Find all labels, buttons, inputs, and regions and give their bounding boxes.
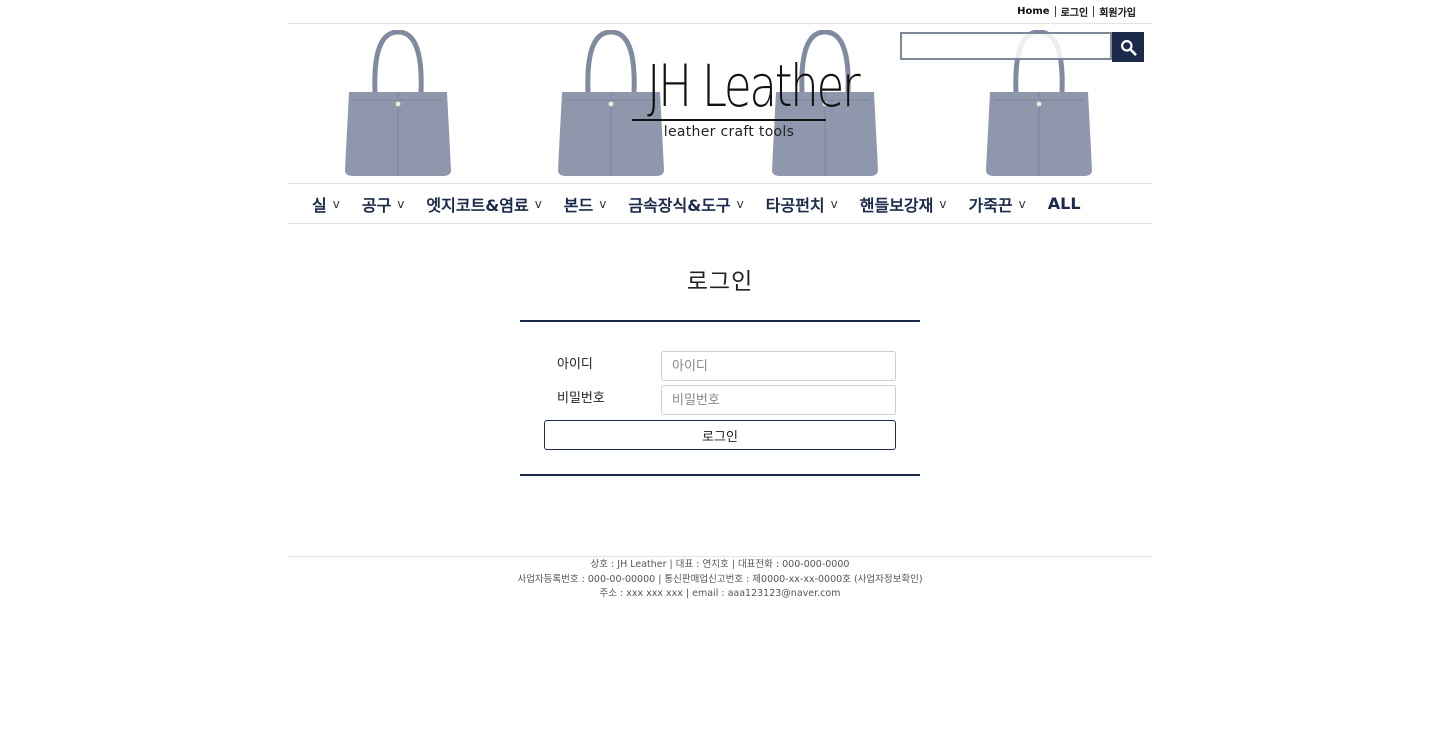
divider xyxy=(1093,6,1095,17)
password-input[interactable] xyxy=(661,385,896,415)
category-nav: 실v 공구 v 엣지코트&염료 v 본드 v 금속장식&도구 v 타공펀치 v 핸들보강재… xyxy=(288,184,1152,223)
divider xyxy=(1054,6,1056,17)
nav-label: 가죽끈 xyxy=(968,195,1013,215)
chevron-down-icon: v xyxy=(332,196,340,211)
chevron-down-icon: v xyxy=(534,196,542,211)
logo-title: JH Leather xyxy=(647,52,861,120)
nav-item-punch[interactable]: 타공펀치 v xyxy=(766,192,838,216)
nav-label: ALL xyxy=(1047,194,1081,213)
nav-divider-bottom xyxy=(288,223,1152,224)
chevron-down-icon: v xyxy=(830,196,838,211)
chevron-down-icon: v xyxy=(397,196,405,211)
nav-label: 실 xyxy=(312,195,327,215)
id-input[interactable] xyxy=(661,351,896,381)
chevron-down-icon: v xyxy=(939,196,947,211)
search-input[interactable] xyxy=(900,32,1112,60)
chevron-down-icon: v xyxy=(736,196,744,211)
nav-item-handle[interactable]: 핸들보강재 v xyxy=(860,192,947,216)
site-logo[interactable]: JH Leather leather craft tools xyxy=(624,52,861,151)
nav-item-metal[interactable]: 금속장식&도구 v xyxy=(628,192,743,216)
home-link[interactable]: Home xyxy=(1017,6,1049,17)
nav-item-all[interactable]: ALL xyxy=(1048,194,1081,213)
nav-label: 엣지코트&염료 xyxy=(426,195,529,215)
nav-item-tools[interactable]: 공구 v xyxy=(362,192,405,216)
footer-business-info: 사업자등록번호 : 000-00-00000 | 통신판매업신고번호 : 제00… xyxy=(517,573,923,585)
footer: 상호 : JH Leather | 대표 : 연지호 | 대표전화 : 000-… xyxy=(288,558,1152,602)
nav-label: 타공펀치 xyxy=(765,195,825,215)
page: Home 로그인 회원가입 JH Leather leather craft t… xyxy=(288,0,1152,740)
nav-label: 핸들보강재 xyxy=(859,195,934,215)
nav-item-thread[interactable]: 실v xyxy=(312,192,340,216)
chevron-down-icon: v xyxy=(599,196,607,211)
login-divider-bottom xyxy=(520,474,920,476)
signup-link[interactable]: 회원가입 xyxy=(1099,4,1136,19)
nav-item-strap[interactable]: 가죽끈 v xyxy=(968,192,1025,216)
login-link[interactable]: 로그인 xyxy=(1061,4,1089,19)
search-bar xyxy=(900,32,1144,62)
footer-divider xyxy=(288,556,1152,557)
footer-company-info: 상호 : JH Leather | 대표 : 연지호 | 대표전화 : 000-… xyxy=(590,559,850,570)
nav-item-bond[interactable]: 본드 v xyxy=(564,192,607,216)
chevron-down-icon: v xyxy=(1018,196,1026,211)
search-icon xyxy=(1120,39,1137,56)
logo-subtitle: leather craft tools xyxy=(663,124,795,140)
nav-item-edge-coat[interactable]: 엣지코트&염료 v xyxy=(426,192,541,216)
id-label: 아이디 xyxy=(557,357,593,372)
login-divider-top xyxy=(520,320,920,322)
nav-label: 공구 xyxy=(361,195,392,215)
nav-label: 본드 xyxy=(563,195,594,215)
password-label: 비밀번호 xyxy=(557,391,605,406)
page-title: 로그인 xyxy=(686,269,754,295)
top-links: Home 로그인 회원가입 xyxy=(1017,4,1136,19)
footer-contact-info: 주소 : xxx xxx xxx | email : aaa123123@nav… xyxy=(599,588,841,599)
handbag-image xyxy=(345,30,451,176)
search-button[interactable] xyxy=(1112,32,1144,62)
nav-label: 금속장식&도구 xyxy=(628,195,731,215)
login-button[interactable]: 로그인 xyxy=(544,420,896,450)
